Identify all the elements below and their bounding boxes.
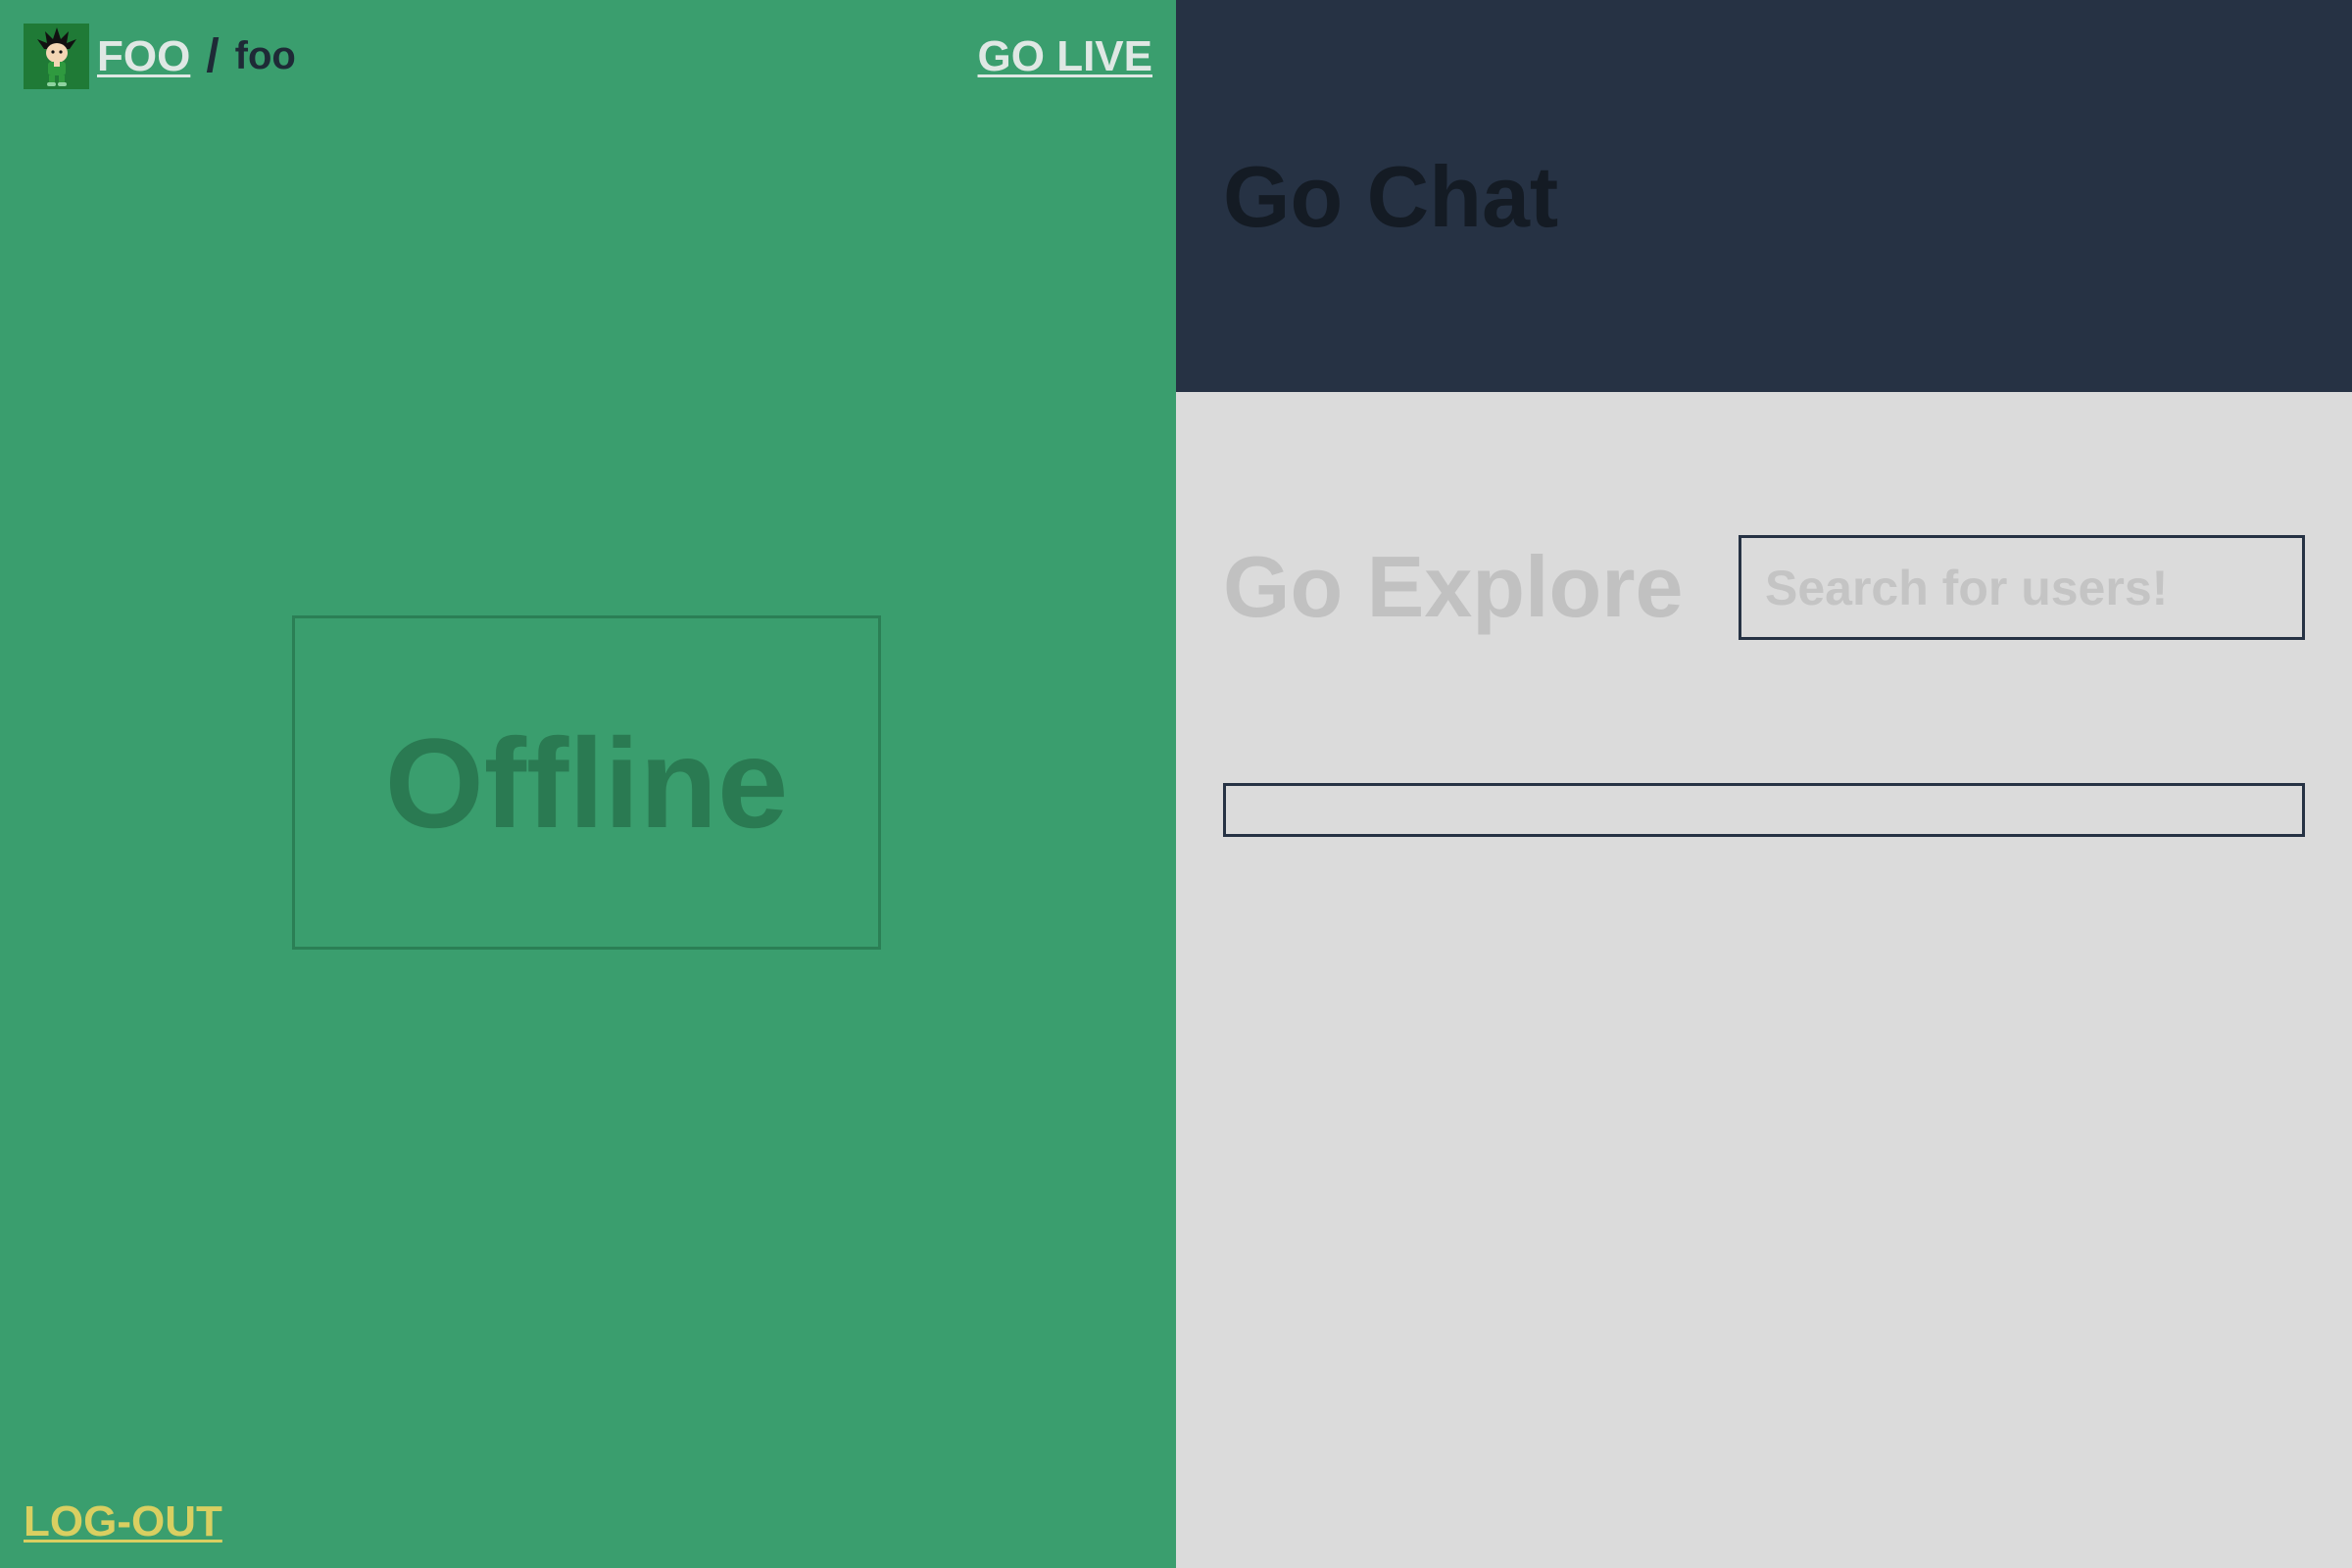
stream-offline-placeholder: Offline bbox=[292, 615, 881, 950]
app-root: FOO / foo GO LIVE Offline LOG-OUT Go Cha… bbox=[0, 0, 2352, 1568]
username-link[interactable]: FOO bbox=[97, 32, 190, 81]
offline-status-text: Offline bbox=[384, 710, 789, 855]
logout-link[interactable]: LOG-OUT bbox=[24, 1497, 222, 1546]
stream-panel: FOO / foo GO LIVE Offline LOG-OUT bbox=[0, 0, 1176, 1568]
avatar[interactable] bbox=[24, 24, 89, 89]
sidebar-panel: Go Chat Go Explore bbox=[1176, 0, 2352, 1568]
chat-header: Go Chat bbox=[1176, 0, 2352, 392]
top-bar: FOO / foo GO LIVE bbox=[24, 24, 1152, 89]
search-results-list bbox=[1223, 783, 2305, 837]
chibi-character-avatar-icon bbox=[36, 26, 76, 86]
go-live-link[interactable]: GO LIVE bbox=[978, 32, 1152, 81]
channel-name: foo bbox=[234, 34, 296, 77]
user-search-input[interactable] bbox=[1739, 535, 2305, 640]
breadcrumb-separator: / bbox=[206, 30, 220, 82]
chat-title: Go Chat bbox=[1223, 148, 1559, 245]
explore-title: Go Explore bbox=[1223, 538, 1684, 635]
